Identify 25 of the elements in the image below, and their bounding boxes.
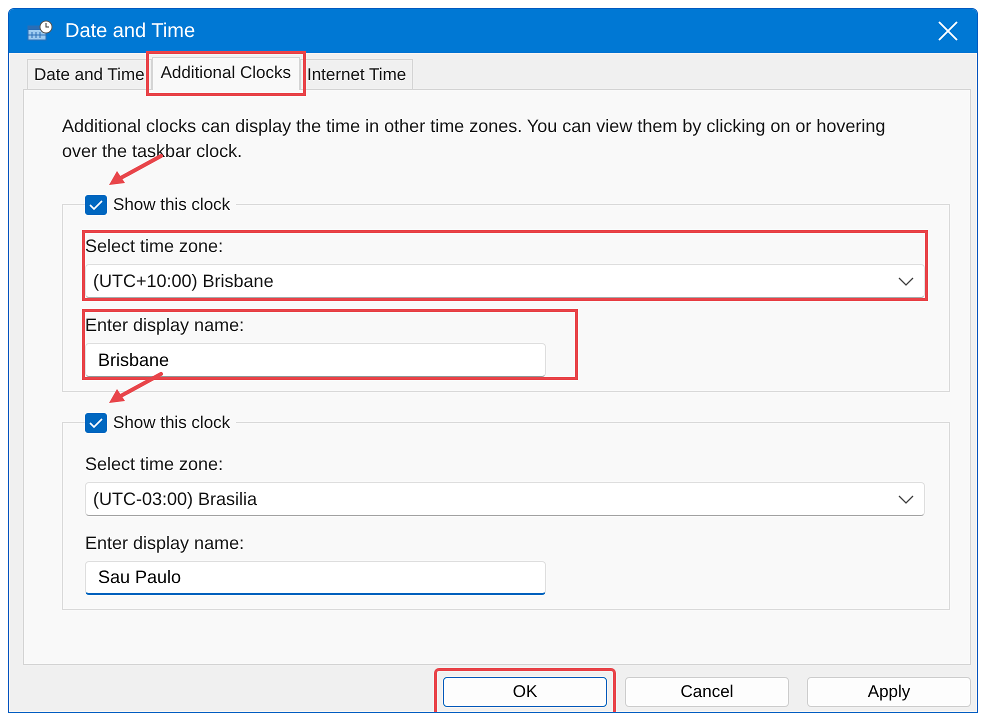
tab[interactable]: Internet Time <box>300 58 414 89</box>
dialog-button[interactable]: OK <box>443 677 607 707</box>
name-field[interactable]: Sau Paulo <box>85 561 546 596</box>
field-label: Select time zone: <box>85 453 224 476</box>
description-text: Additional clocks can display the time in other time zones. You can view them by clicking on or hovering over the taskbar clock. <box>62 115 886 164</box>
check-icon <box>89 418 103 428</box>
checkbox-label[interactable]: Show this clock <box>113 410 230 436</box>
close-icon <box>937 20 959 42</box>
timezone-dropdown[interactable]: (UTC-03:00) Brasilia <box>85 482 925 516</box>
field-label: Enter display name: <box>85 314 246 338</box>
checkbox-label[interactable]: Show this clock <box>113 192 230 218</box>
chevron-down-icon <box>898 276 914 286</box>
calendar-clock-icon <box>27 20 53 42</box>
field-label: Enter display name: <box>85 532 246 556</box>
tab[interactable]: Date and Time <box>27 58 152 89</box>
window-title: Date and Time <box>65 19 196 44</box>
name-field[interactable]: Brisbane <box>85 343 546 378</box>
field-label: Select time zone: <box>85 235 224 258</box>
dialog-button[interactable]: Cancel <box>625 677 789 707</box>
chevron-down-icon <box>898 494 914 504</box>
timezone-dropdown[interactable]: (UTC+10:00) Brisbane <box>85 264 925 298</box>
check-icon <box>89 200 103 210</box>
checkbox[interactable] <box>85 413 107 434</box>
dialog-button[interactable]: Apply <box>807 677 971 707</box>
checkbox[interactable] <box>85 195 107 216</box>
